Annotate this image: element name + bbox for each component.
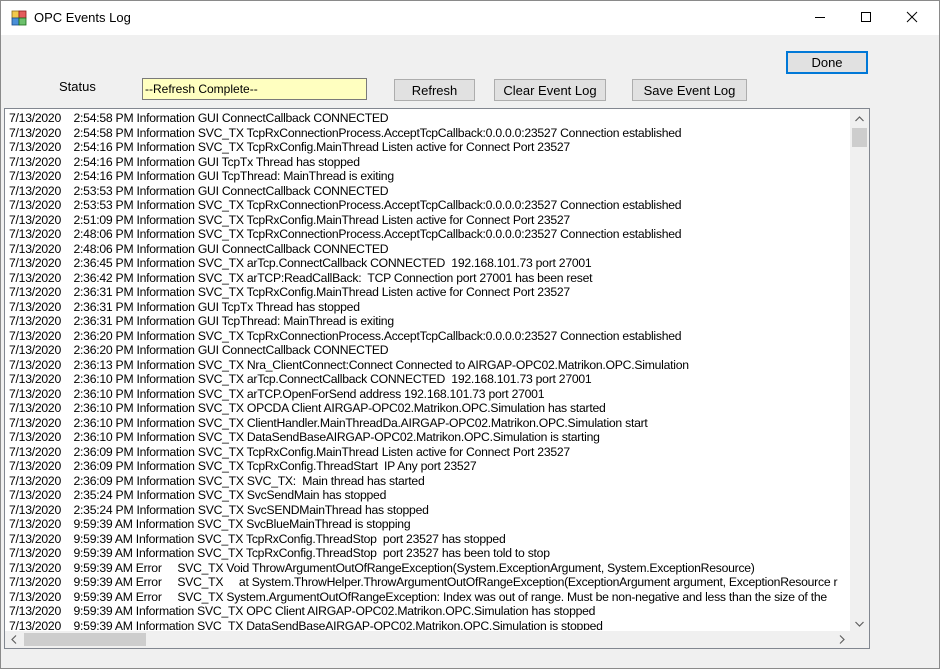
log-entry[interactable]: 7/13/2020 2:54:16 PM Information GUI Tcp…: [9, 169, 849, 184]
horizontal-scrollbar[interactable]: [5, 631, 850, 648]
log-entry[interactable]: 7/13/2020 9:59:39 AM Information SVC_TX …: [9, 604, 849, 619]
log-entry[interactable]: 7/13/2020 9:59:39 AM Error SVC_TX System…: [9, 590, 849, 605]
event-log-list[interactable]: 7/13/2020 2:54:58 PM Information GUI Con…: [4, 108, 870, 649]
window-title: OPC Events Log: [34, 10, 131, 25]
minimize-icon: [814, 11, 826, 26]
log-entry[interactable]: 7/13/2020 2:36:13 PM Information SVC_TX …: [9, 358, 849, 373]
clear-event-log-button[interactable]: Clear Event Log: [494, 79, 606, 101]
scrollbar-corner: [850, 631, 869, 648]
chevron-up-icon: [855, 111, 864, 125]
status-field[interactable]: --Refresh Complete--: [142, 78, 367, 100]
maximize-icon: [860, 11, 872, 26]
log-entry[interactable]: 7/13/2020 9:59:39 AM Information SVC_TX …: [9, 546, 849, 561]
log-entry[interactable]: 7/13/2020 2:36:31 PM Information SVC_TX …: [9, 285, 849, 300]
minimize-button[interactable]: [797, 1, 843, 35]
log-entry[interactable]: 7/13/2020 2:53:53 PM Information SVC_TX …: [9, 198, 849, 213]
save-event-log-button[interactable]: Save Event Log: [632, 79, 747, 101]
maximize-button[interactable]: [843, 1, 889, 35]
chevron-left-icon: [10, 633, 17, 647]
log-entry[interactable]: 7/13/2020 9:59:39 AM Error SVC_TX Void T…: [9, 561, 849, 576]
log-entry[interactable]: 7/13/2020 9:59:39 AM Error SVC_TX at Sys…: [9, 575, 849, 590]
log-entry[interactable]: 7/13/2020 2:54:58 PM Information GUI Con…: [9, 111, 849, 126]
event-log-lines: 7/13/2020 2:54:58 PM Information GUI Con…: [9, 111, 849, 630]
log-entry[interactable]: 7/13/2020 2:36:10 PM Information SVC_TX …: [9, 416, 849, 431]
log-entry[interactable]: 7/13/2020 2:54:58 PM Information SVC_TX …: [9, 126, 849, 141]
log-entry[interactable]: 7/13/2020 9:59:39 AM Information SVC_TX …: [9, 517, 849, 532]
log-entry[interactable]: 7/13/2020 2:36:09 PM Information SVC_TX …: [9, 474, 849, 489]
scroll-right-button[interactable]: [833, 631, 850, 648]
log-entry[interactable]: 7/13/2020 2:54:16 PM Information SVC_TX …: [9, 140, 849, 155]
log-entry[interactable]: 7/13/2020 2:36:31 PM Information GUI Tcp…: [9, 300, 849, 315]
close-button[interactable]: [889, 1, 935, 35]
log-entry[interactable]: 7/13/2020 9:59:39 AM Information SVC_TX …: [9, 619, 849, 631]
log-entry[interactable]: 7/13/2020 2:35:24 PM Information SVC_TX …: [9, 503, 849, 518]
log-entry[interactable]: 7/13/2020 2:36:45 PM Information SVC_TX …: [9, 256, 849, 271]
log-entry[interactable]: 7/13/2020 9:59:39 AM Information SVC_TX …: [9, 532, 849, 547]
log-entry[interactable]: 7/13/2020 2:53:53 PM Information GUI Con…: [9, 184, 849, 199]
chevron-right-icon: [839, 633, 845, 647]
log-entry[interactable]: 7/13/2020 2:48:06 PM Information SVC_TX …: [9, 227, 849, 242]
scroll-left-button[interactable]: [5, 631, 22, 648]
scroll-down-button[interactable]: [850, 614, 869, 631]
log-entry[interactable]: 7/13/2020 2:51:09 PM Information SVC_TX …: [9, 213, 849, 228]
horizontal-scroll-thumb[interactable]: [24, 633, 146, 646]
close-icon: [906, 11, 918, 26]
refresh-button[interactable]: Refresh: [394, 79, 475, 101]
done-button[interactable]: Done: [786, 51, 868, 74]
log-entry[interactable]: 7/13/2020 2:36:09 PM Information SVC_TX …: [9, 445, 849, 460]
log-entry[interactable]: 7/13/2020 2:35:24 PM Information SVC_TX …: [9, 488, 849, 503]
scroll-up-button[interactable]: [850, 109, 869, 126]
log-entry[interactable]: 7/13/2020 2:36:42 PM Information SVC_TX …: [9, 271, 849, 286]
log-entry[interactable]: 7/13/2020 2:54:16 PM Information GUI Tcp…: [9, 155, 849, 170]
opc-events-log-window: OPC Events Log Done Status --Refresh Com…: [0, 0, 940, 669]
log-entry[interactable]: 7/13/2020 2:36:10 PM Information SVC_TX …: [9, 401, 849, 416]
chevron-down-icon: [855, 616, 864, 630]
log-entry[interactable]: 7/13/2020 2:36:09 PM Information SVC_TX …: [9, 459, 849, 474]
vertical-scrollbar[interactable]: [850, 109, 869, 631]
log-entry[interactable]: 7/13/2020 2:36:10 PM Information SVC_TX …: [9, 430, 849, 445]
title-bar[interactable]: OPC Events Log: [1, 1, 939, 35]
log-entry[interactable]: 7/13/2020 2:36:20 PM Information SVC_TX …: [9, 329, 849, 344]
log-entry[interactable]: 7/13/2020 2:36:10 PM Information SVC_TX …: [9, 372, 849, 387]
log-entry[interactable]: 7/13/2020 2:36:31 PM Information GUI Tcp…: [9, 314, 849, 329]
app-icon[interactable]: [11, 10, 27, 26]
log-entry[interactable]: 7/13/2020 2:36:10 PM Information SVC_TX …: [9, 387, 849, 402]
vertical-scroll-thumb[interactable]: [852, 128, 867, 147]
status-label: Status: [59, 79, 96, 94]
log-entry[interactable]: 7/13/2020 2:48:06 PM Information GUI Con…: [9, 242, 849, 257]
log-entry[interactable]: 7/13/2020 2:36:20 PM Information GUI Con…: [9, 343, 849, 358]
